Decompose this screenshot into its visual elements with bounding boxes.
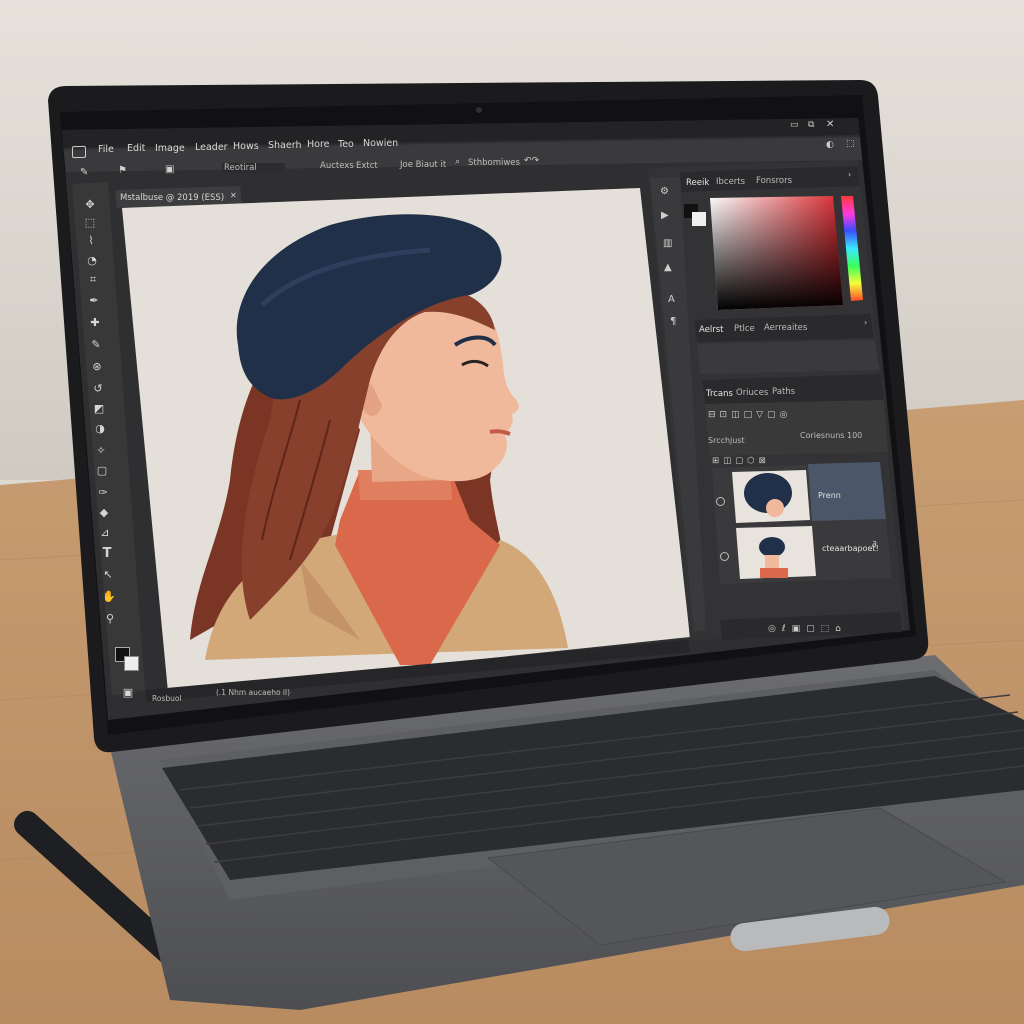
- eraser-icon[interactable]: ◩: [89, 400, 109, 416]
- search-icon[interactable]: ⌕: [455, 157, 460, 167]
- layer-name[interactable]: Prenn: [818, 491, 841, 500]
- app-logo-icon: [71, 145, 87, 159]
- document-tab-title[interactable]: Mstalbuse @ 2019 (ESS): [120, 193, 224, 203]
- option-auctexs[interactable]: Auctexs: [320, 161, 354, 171]
- quick-select-icon[interactable]: ◔: [82, 252, 102, 268]
- layer-name[interactable]: cteaarbapoet!: [822, 544, 879, 553]
- close-icon[interactable]: ✕: [826, 119, 834, 130]
- preset-field[interactable]: Reotiral: [222, 163, 285, 173]
- tab-aerreaites[interactable]: Aerreaites: [764, 323, 807, 333]
- restore-icon[interactable]: ⧉: [808, 120, 814, 130]
- blend-mode-select[interactable]: Srcchjust: [708, 436, 745, 445]
- panel-collapse-icon[interactable]: ›: [848, 170, 851, 179]
- blur-icon[interactable]: ✧: [91, 442, 111, 458]
- layer-visibility-icon[interactable]: [720, 552, 729, 561]
- layer-link-icon[interactable]: ∂: [872, 540, 877, 550]
- menu-edit[interactable]: Edit: [127, 143, 145, 154]
- select-icon[interactable]: ▣: [165, 164, 174, 175]
- option-extct[interactable]: Extct: [356, 161, 378, 171]
- eyedropper-icon[interactable]: ✒: [84, 292, 104, 308]
- quick-mask-icon[interactable]: ▣: [118, 684, 138, 700]
- healing-icon[interactable]: ✚: [85, 314, 105, 330]
- shapes-panel-icon[interactable]: ▲: [664, 262, 672, 273]
- hand-icon[interactable]: ✋: [99, 588, 119, 604]
- layer-filter-icons[interactable]: ⊟⊡◫□▽▢◎: [708, 410, 791, 420]
- tab-fonsrors[interactable]: Fonsrors: [756, 176, 792, 186]
- tab-channels[interactable]: Oriuces: [736, 388, 768, 398]
- type-icon[interactable]: T: [97, 545, 117, 561]
- dodge-icon[interactable]: ▢: [92, 462, 112, 478]
- menu-nowien[interactable]: Nowien: [363, 138, 398, 149]
- menu-teo[interactable]: Teo: [338, 139, 354, 150]
- history-brush-icon[interactable]: ↺: [88, 380, 108, 396]
- clone-stamp-icon[interactable]: ⊛: [87, 358, 107, 374]
- menu-leader[interactable]: Leader: [195, 142, 228, 153]
- flag-icon[interactable]: ⚑: [118, 165, 127, 176]
- status-info: (.1 Nhm aucaeho il): [216, 688, 291, 697]
- pen-icon[interactable]: ✑: [93, 484, 113, 500]
- menu-hows[interactable]: Hows: [233, 141, 259, 152]
- cloud-icon[interactable]: ◐: [826, 140, 834, 150]
- status-zoom: Rosbuol: [152, 694, 182, 703]
- photo-scene: [0, 0, 1024, 1024]
- layer-actions-icons[interactable]: ◎ℓ▣▢⬚⌂: [768, 624, 847, 634]
- tab-ptlce[interactable]: Ptlce: [734, 324, 755, 334]
- path-select-icon[interactable]: ⊿: [95, 524, 115, 540]
- tab-layers[interactable]: Trcans: [706, 389, 733, 399]
- tab-paths[interactable]: Paths: [772, 387, 795, 397]
- option-joe[interactable]: Joe Biaut it: [400, 160, 446, 170]
- layer-lock-icons[interactable]: ⊞◫▢⬡⊠: [712, 456, 770, 466]
- layer-visibility-icon[interactable]: [716, 497, 725, 506]
- crop-icon[interactable]: ⌗: [83, 272, 103, 288]
- tab-ibcerts[interactable]: Ibcerts: [716, 177, 745, 187]
- move-icon[interactable]: ✥: [80, 196, 100, 212]
- history-panel-icon[interactable]: ⚙: [660, 186, 669, 197]
- share-icon[interactable]: ⬚: [846, 139, 855, 149]
- zoom-icon[interactable]: ⚲: [100, 610, 120, 626]
- tab-reeik[interactable]: Reeik: [686, 178, 709, 188]
- menu-file[interactable]: File: [98, 144, 114, 155]
- paragraph-panel-icon[interactable]: ¶: [670, 316, 676, 327]
- panel-menu-icon[interactable]: ›: [864, 318, 867, 327]
- tab-close-icon[interactable]: ✕: [230, 191, 237, 200]
- move-tool-icon[interactable]: ✎: [80, 167, 88, 178]
- actions-panel-icon[interactable]: ▶: [661, 210, 669, 221]
- tab-aelrst[interactable]: Aelrst: [699, 325, 724, 335]
- direct-select-icon[interactable]: ↖: [98, 566, 118, 582]
- brush-panel-icon[interactable]: ▥: [663, 238, 672, 249]
- minimize-icon[interactable]: ▭: [790, 120, 799, 130]
- background-color-swatch[interactable]: [124, 656, 139, 671]
- marquee-icon[interactable]: ⬚: [80, 214, 100, 230]
- lasso-icon[interactable]: ⌇: [81, 232, 101, 248]
- shape-icon[interactable]: ◆: [94, 504, 114, 520]
- brush-icon[interactable]: ✎: [86, 336, 106, 352]
- gradient-icon[interactable]: ◑: [90, 420, 110, 436]
- menu-shaerh[interactable]: Shaerh: [268, 140, 301, 151]
- menu-hore[interactable]: Hore: [307, 139, 330, 150]
- undo-icon[interactable]: ↶↷: [524, 156, 539, 166]
- opacity-field[interactable]: Coriesnuns 100: [800, 431, 862, 440]
- character-panel-icon[interactable]: A: [668, 294, 675, 305]
- menu-image[interactable]: Image: [155, 143, 185, 154]
- search-field[interactable]: Sthbomiwes: [468, 158, 520, 168]
